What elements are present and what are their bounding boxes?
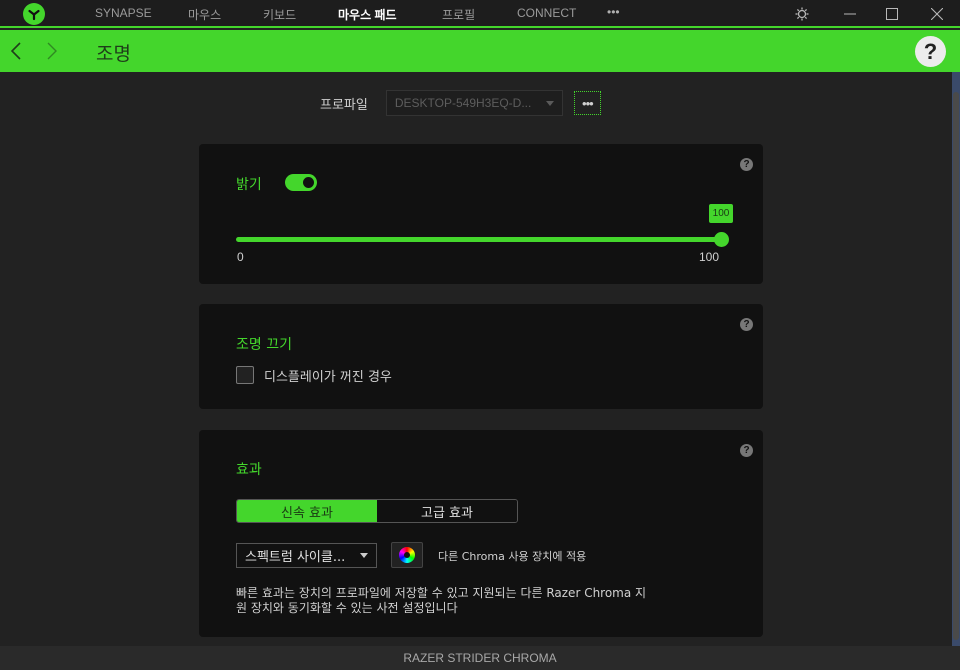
device-name: RAZER STRIDER CHROMA xyxy=(403,651,557,665)
color-wheel-icon xyxy=(399,547,415,563)
minimize-icon[interactable] xyxy=(840,4,860,24)
profile-more-button[interactable]: ••• xyxy=(573,91,601,115)
page-title: 조명 xyxy=(96,43,131,65)
close-icon[interactable] xyxy=(927,4,947,24)
brightness-toggle[interactable] xyxy=(285,174,317,191)
profile-label: 프로파일 xyxy=(320,97,368,113)
effect-type-tabs: 신속 효과 고급 효과 xyxy=(236,499,518,523)
toggle-knob xyxy=(302,176,315,189)
caret-down-icon xyxy=(360,553,368,558)
effect-selected-value: 스펙트럼 사이클... xyxy=(245,550,346,565)
effect-description: 빠른 효과는 장치의 프로파일에 저장할 수 있고 지원되는 다른 Razer … xyxy=(236,586,647,615)
nav-mouse[interactable]: 마우스 xyxy=(188,6,221,23)
caret-down-icon xyxy=(545,100,554,106)
brightness-slider[interactable]: 100 xyxy=(236,204,733,247)
help-icon[interactable]: ? xyxy=(915,36,946,67)
effect-dropdown[interactable]: 스펙트럼 사이클... xyxy=(236,543,377,568)
tab-advanced-effects[interactable]: 고급 효과 xyxy=(377,500,517,522)
content-area: 프로파일 DESKTOP-549H3EQ-D... ••• ? 밝기 100 0… xyxy=(0,72,952,646)
razer-logo-icon[interactable] xyxy=(23,3,45,25)
vertical-scrollbar[interactable] xyxy=(952,72,960,646)
lighting-off-card: ? 조명 끄기 디스플레이가 꺼진 경우 xyxy=(199,304,763,409)
scrollbar-thumb[interactable] xyxy=(953,92,959,640)
chroma-apply-label: 다른 Chroma 사용 장치에 적용 xyxy=(438,550,587,563)
display-off-label: 디스플레이가 꺼진 경우 xyxy=(264,370,392,385)
nav-more-button[interactable]: ••• xyxy=(607,5,620,19)
help-icon[interactable]: ? xyxy=(740,444,753,457)
slider-min-label: 0 xyxy=(237,250,244,264)
effects-title: 효과 xyxy=(236,462,262,478)
device-footer: RAZER STRIDER CHROMA xyxy=(0,646,960,670)
title-bar: SYNAPSE 마우스 키보드 마우스 패드 프로필 CONNECT ••• xyxy=(0,0,960,28)
nav-connect[interactable]: CONNECT xyxy=(517,6,576,20)
nav-keyboard[interactable]: 키보드 xyxy=(263,6,296,23)
profile-dropdown[interactable]: DESKTOP-549H3EQ-D... xyxy=(385,90,563,116)
help-icon[interactable]: ? xyxy=(740,158,753,171)
nav-profile[interactable]: 프로필 xyxy=(442,6,475,23)
forward-button[interactable] xyxy=(42,40,62,62)
profile-row: 프로파일 DESKTOP-549H3EQ-D... ••• xyxy=(320,90,601,116)
tab-quick-effects[interactable]: 신속 효과 xyxy=(237,500,377,522)
profile-selected-value: DESKTOP-549H3EQ-D... xyxy=(394,96,532,110)
slider-thumb[interactable] xyxy=(714,232,729,247)
maximize-icon[interactable] xyxy=(882,4,902,24)
help-icon[interactable]: ? xyxy=(740,318,753,331)
gear-icon[interactable] xyxy=(792,4,812,24)
slider-track xyxy=(236,237,721,242)
nav-mousepad[interactable]: 마우스 패드 xyxy=(338,6,397,23)
back-button[interactable] xyxy=(6,40,26,62)
effects-card: ? 효과 신속 효과 고급 효과 스펙트럼 사이클... 다른 Chroma 사… xyxy=(199,430,763,637)
slider-max-label: 100 xyxy=(699,250,720,264)
slider-value-tooltip: 100 xyxy=(709,204,733,223)
brightness-title: 밝기 xyxy=(236,177,262,193)
display-off-checkbox[interactable] xyxy=(236,366,254,384)
nav-synapse[interactable]: SYNAPSE xyxy=(95,6,152,20)
page-header: 조명 ? xyxy=(0,30,960,72)
lighting-off-title: 조명 끄기 xyxy=(236,337,292,353)
brightness-card: ? 밝기 100 0 100 xyxy=(199,144,763,284)
chroma-apply-button[interactable] xyxy=(391,542,423,568)
chevron-right-icon xyxy=(47,42,57,60)
chevron-left-icon xyxy=(11,42,21,60)
